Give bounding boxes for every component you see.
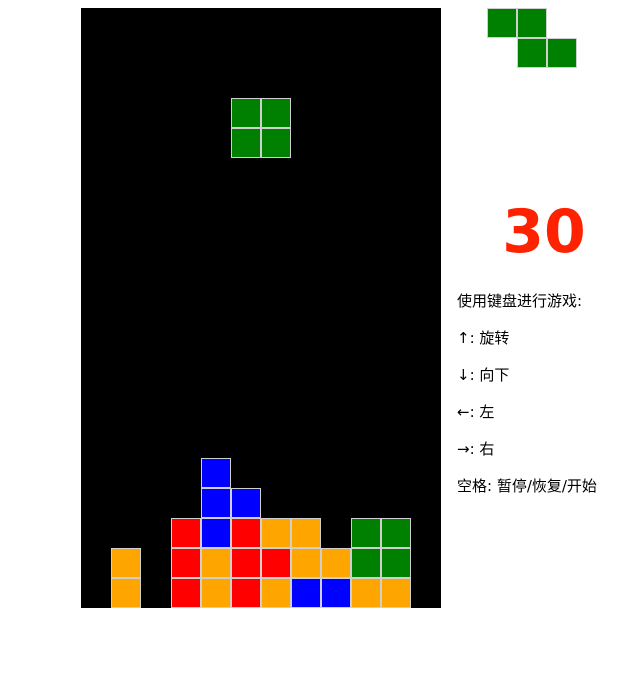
settled-block (111, 578, 141, 608)
settled-block (201, 578, 231, 608)
instruction-left: ←: 左 (457, 403, 495, 421)
settled-block (261, 548, 291, 578)
settled-block (231, 578, 261, 608)
settled-block (351, 548, 381, 578)
next-piece-block (547, 38, 577, 68)
settled-block (201, 488, 231, 518)
settled-block (201, 548, 231, 578)
settled-block (201, 458, 231, 488)
game-board[interactable] (81, 8, 441, 608)
settled-block (231, 548, 261, 578)
settled-block (291, 578, 321, 608)
next-piece-block (517, 38, 547, 68)
next-piece-block (487, 8, 517, 38)
settled-block (231, 518, 261, 548)
settled-block (111, 548, 141, 578)
controls-instructions: 使用键盘进行游戏: ↑: 旋转 ↓: 向下 ←: 左 →: 右 空格: 暂停/恢… (457, 283, 635, 505)
settled-block (351, 578, 381, 608)
falling-block (231, 128, 261, 158)
falling-block (231, 98, 261, 128)
settled-block (261, 578, 291, 608)
settled-block (351, 518, 381, 548)
settled-block (381, 518, 411, 548)
instruction-down: ↓: 向下 (457, 366, 510, 384)
settled-block (291, 518, 321, 548)
settled-block (321, 548, 351, 578)
settled-block (201, 518, 231, 548)
settled-block (321, 578, 351, 608)
settled-block (381, 548, 411, 578)
instruction-right: →: 右 (457, 440, 495, 458)
settled-block (381, 578, 411, 608)
falling-block (261, 98, 291, 128)
instructions-title: 使用键盘进行游戏: (457, 292, 583, 310)
settled-block (291, 548, 321, 578)
falling-block (261, 128, 291, 158)
settled-block (171, 578, 201, 608)
settled-block (171, 548, 201, 578)
instruction-rotate: ↑: 旋转 (457, 329, 510, 347)
settled-block (261, 518, 291, 548)
next-piece-block (517, 8, 547, 38)
score-display: 30 (502, 197, 586, 267)
instruction-space: 空格: 暂停/恢复/开始 (457, 477, 597, 495)
settled-block (171, 518, 201, 548)
settled-block (231, 488, 261, 518)
next-piece-preview (487, 8, 577, 68)
